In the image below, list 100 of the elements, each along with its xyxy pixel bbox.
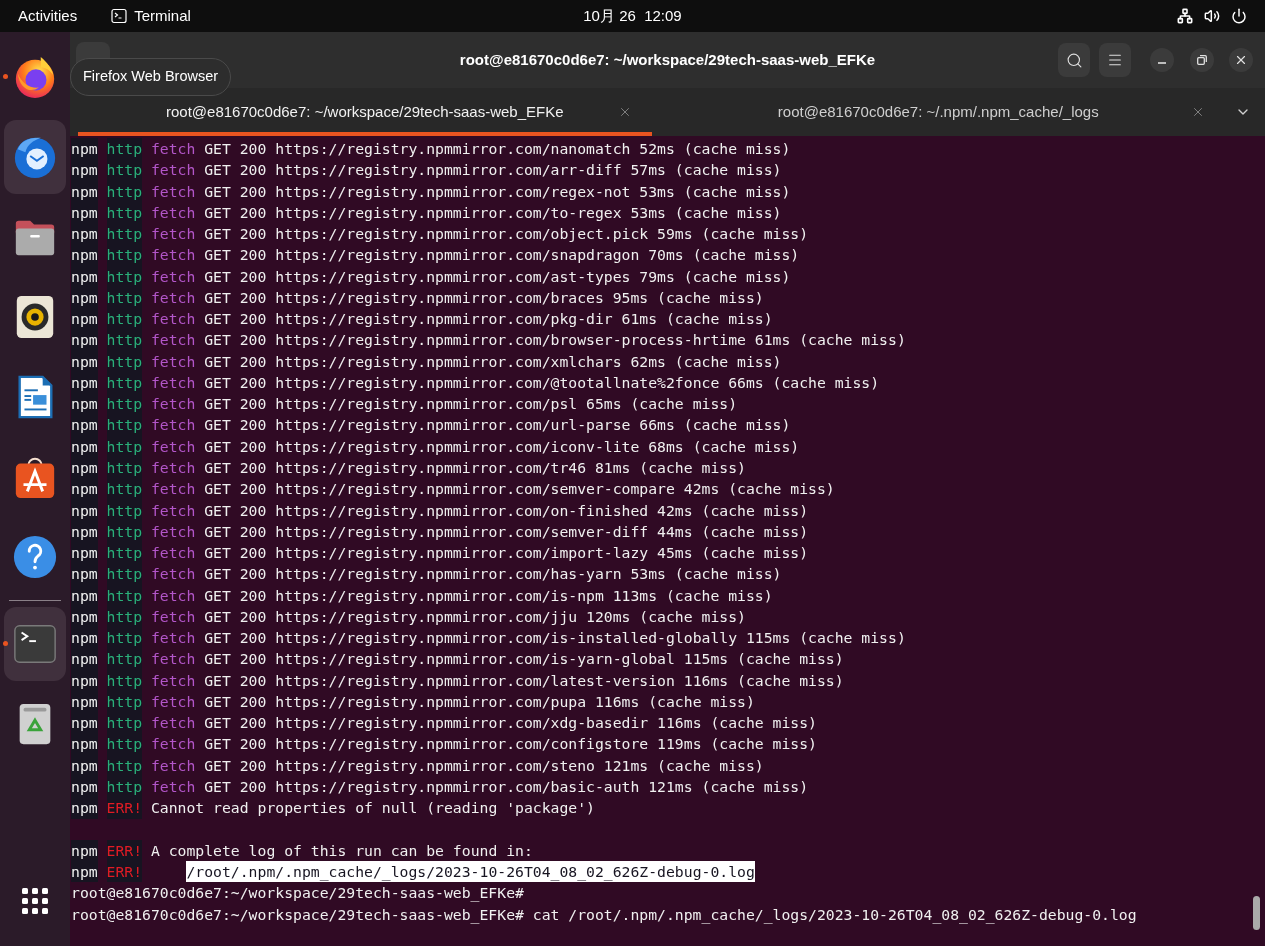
log-message: GET 200 https://registry.npmmirror.com/url-parse 66ms (cache miss) xyxy=(204,415,791,436)
log-verb: fetch xyxy=(150,628,196,649)
log-message: GET 200 https://registry.npmmirror.com/snapdragon 70ms (cache miss) xyxy=(204,245,800,266)
log-prefix: npm xyxy=(71,435,98,457)
log-message: GET 200 https://registry.npmmirror.com/browser-process-hrtime 61ms (cache miss) xyxy=(204,330,906,351)
log-message: GET 200 https://registry.npmmirror.com/xmlchars 62ms (cache miss) xyxy=(204,351,782,372)
log-verb: fetch xyxy=(150,224,196,245)
log-message: GET 200 https://registry.npmmirror.com/xdg-basedir 116ms (cache miss) xyxy=(204,713,817,734)
log-prefix: npm xyxy=(71,775,98,798)
log-verb: fetch xyxy=(150,521,196,542)
log-prefix: npm xyxy=(71,563,98,585)
log-level: http xyxy=(106,350,143,372)
log-prefix: npm xyxy=(71,712,98,734)
log-message: GET 200 https://registry.npmmirror.com/object.pick 59ms (cache miss) xyxy=(204,224,809,245)
log-message: GET 200 https://registry.npmmirror.com/semver-diff 44ms (cache miss) xyxy=(204,521,809,542)
log-prefix: npm xyxy=(71,286,98,309)
log-level: http xyxy=(106,265,143,287)
log-message: GET 200 https://registry.npmmirror.com/configstore 119ms (cache miss) xyxy=(204,734,817,755)
log-level: http xyxy=(106,393,143,415)
log-verb: fetch xyxy=(150,266,196,287)
log-prefix: npm xyxy=(71,499,98,521)
log-message: GET 200 https://registry.npmmirror.com/is-npm 113ms (cache miss) xyxy=(204,585,773,606)
log-level: http xyxy=(106,584,143,606)
log-message: GET 200 https://registry.npmmirror.com/latest-version 116ms (cache miss) xyxy=(204,670,844,691)
shell-prompt: root@e81670c0d6e7:~/workspace/29tech-saas-web_EFKe# cat /root/.npm/.npm_cache/_logs/2023-10-26T04_08_02_626Z-debug-0.log xyxy=(71,904,1137,925)
log-prefix: npm xyxy=(71,201,98,224)
log-message: GET 200 https://registry.npmmirror.com/steno 121ms (cache miss) xyxy=(204,755,764,776)
log-level: http xyxy=(106,308,143,330)
log-message: GET 200 https://registry.npmmirror.com/regex-not 53ms (cache miss) xyxy=(204,181,791,202)
log-prefix: npm xyxy=(71,520,98,543)
log-message: GET 200 https://registry.npmmirror.com/@tootallnate%2fonce 66ms (cache miss) xyxy=(204,372,880,393)
log-prefix: npm xyxy=(71,138,98,160)
log-verb: fetch xyxy=(150,458,196,478)
log-level: http xyxy=(106,223,143,245)
log-prefix: npm xyxy=(71,223,98,245)
log-verb: fetch xyxy=(150,543,196,564)
log-verb: fetch xyxy=(150,670,196,691)
log-message: GET 200 https://registry.npmmirror.com/is-yarn-global 115ms (cache miss) xyxy=(204,649,844,670)
log-prefix: npm xyxy=(71,371,98,394)
log-message: /root/.npm/.npm_cache/_logs/2023-10-26T04_08_02_626Z-debug-0.log xyxy=(186,861,755,883)
log-verb: fetch xyxy=(150,181,196,202)
log-message: GET 200 https://registry.npmmirror.com/is-installed-globally 115ms (cache miss) xyxy=(204,628,906,649)
log-message: GET 200 https://registry.npmmirror.com/ast-types 79ms (cache miss) xyxy=(204,266,791,287)
log-verb: fetch xyxy=(150,309,196,330)
log-verb: fetch xyxy=(150,394,196,415)
log-verb: fetch xyxy=(150,479,196,500)
log-prefix: npm xyxy=(71,393,98,415)
log-message: GET 200 https://registry.npmmirror.com/braces 95ms (cache miss) xyxy=(204,287,764,308)
log-prefix: npm xyxy=(71,669,98,691)
log-message: GET 200 https://registry.npmmirror.com/arr-diff 57ms (cache miss) xyxy=(204,160,782,181)
log-prefix: npm xyxy=(71,584,98,606)
log-message: GET 200 https://registry.npmmirror.com/to-regex 53ms (cache miss) xyxy=(204,202,782,223)
log-level: http xyxy=(106,669,143,691)
log-verb: fetch xyxy=(150,606,196,627)
log-prefix: npm xyxy=(71,457,98,479)
error-tag: ERR! xyxy=(106,839,143,862)
error-tag: ERR! xyxy=(106,797,143,819)
log-message: GET 200 https://registry.npmmirror.com/has-yarn 53ms (cache miss) xyxy=(204,564,782,585)
log-message: GET 200 https://registry.npmmirror.com/pkg-dir 61ms (cache miss) xyxy=(204,309,773,330)
log-prefix: npm xyxy=(71,414,98,436)
log-level: http xyxy=(106,435,143,457)
log-prefix: npm xyxy=(71,839,98,862)
log-level: http xyxy=(106,563,143,585)
log-prefix: npm xyxy=(71,308,98,330)
log-verb: fetch xyxy=(150,330,196,351)
log-verb: fetch xyxy=(150,245,196,266)
log-level: http xyxy=(106,138,143,160)
log-prefix: npm xyxy=(71,690,98,713)
log-level: http xyxy=(106,733,143,755)
log-level: http xyxy=(106,542,143,564)
log-level: http xyxy=(106,286,143,309)
log-prefix: npm xyxy=(71,159,98,181)
log-prefix: npm xyxy=(71,605,98,628)
log-level: http xyxy=(106,648,143,670)
log-prefix: npm xyxy=(71,350,98,372)
log-level: http xyxy=(106,478,143,500)
log-verb: fetch xyxy=(150,585,196,606)
log-verb: fetch xyxy=(150,372,196,393)
log-prefix: npm xyxy=(71,478,98,500)
log-prefix: npm xyxy=(71,754,98,776)
log-verb: fetch xyxy=(150,776,196,797)
error-tag: ERR! xyxy=(106,861,143,883)
log-verb: fetch xyxy=(150,160,196,181)
log-message: GET 200 https://registry.npmmirror.com/nanomatch 52ms (cache miss) xyxy=(204,139,791,159)
log-level: http xyxy=(106,690,143,713)
log-verb: fetch xyxy=(150,713,196,734)
log-prefix: npm xyxy=(71,265,98,287)
log-message: GET 200 https://registry.npmmirror.com/psl 65ms (cache miss) xyxy=(204,394,738,415)
log-message: Cannot read properties of null (reading 'package') xyxy=(150,798,595,819)
log-prefix: npm xyxy=(71,244,98,266)
log-message: GET 200 https://registry.npmmirror.com/iconv-lite 68ms (cache miss) xyxy=(204,436,800,457)
log-verb: fetch xyxy=(150,755,196,776)
log-level: http xyxy=(106,244,143,266)
window-title: root@e81670c0d6e7: ~/workspace/29tech-saas-web_EFKe xyxy=(459,49,876,70)
log-verb: fetch xyxy=(150,734,196,755)
log-prefix: npm xyxy=(71,542,98,564)
log-verb: fetch xyxy=(150,351,196,372)
log-verb: fetch xyxy=(150,415,196,436)
log-prefix: npm xyxy=(71,648,98,670)
log-message: GET 200 https://registry.npmmirror.com/import-lazy 45ms (cache miss) xyxy=(204,543,809,564)
